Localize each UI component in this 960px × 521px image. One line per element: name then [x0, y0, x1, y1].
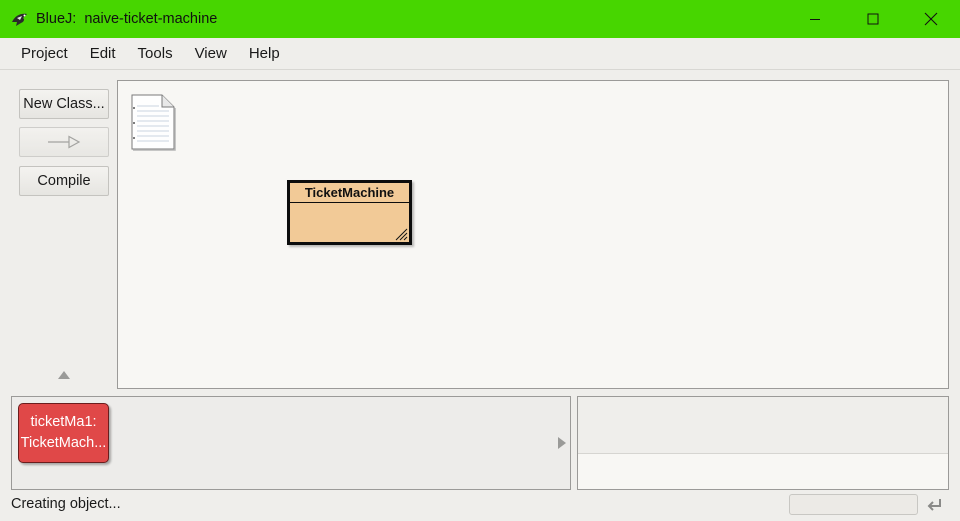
object-type-label: TicketMach...: [20, 435, 107, 451]
title-bar: BlueJ: naive-ticket-machine: [0, 0, 960, 38]
menu-view[interactable]: View: [184, 45, 238, 62]
inheritance-arrow-button[interactable]: [19, 127, 109, 157]
bench-scroll-right-icon[interactable]: [558, 437, 566, 449]
close-icon: [924, 12, 938, 26]
class-name-label: TicketMachine: [290, 183, 409, 203]
object-name-label: ticketMa1:: [30, 414, 97, 430]
codepad-panel: [577, 396, 949, 490]
resize-handle-icon[interactable]: [394, 227, 408, 241]
menu-tools[interactable]: Tools: [127, 45, 184, 62]
menu-edit[interactable]: Edit: [79, 45, 127, 62]
close-button[interactable]: [902, 0, 960, 38]
scroll-up-arrow-icon[interactable]: [58, 371, 70, 379]
readme-document-icon[interactable]: [129, 93, 177, 151]
new-class-button[interactable]: New Class...: [19, 89, 109, 119]
window-controls: [786, 0, 960, 38]
maximize-button[interactable]: [844, 0, 902, 38]
object-ticketma1[interactable]: ticketMa1: TicketMach...: [18, 403, 109, 463]
minimize-button[interactable]: [786, 0, 844, 38]
bluej-bird-icon: [9, 8, 31, 30]
maximize-icon: [867, 13, 879, 25]
menu-bar: Project Edit Tools View Help: [0, 38, 960, 70]
return-arrow-icon[interactable]: [925, 495, 945, 515]
minimize-icon: [810, 19, 820, 20]
codepad-input[interactable]: [578, 453, 948, 489]
object-bench: ticketMa1: TicketMach...: [11, 396, 571, 490]
class-ticketmachine[interactable]: TicketMachine: [287, 180, 412, 245]
compile-button[interactable]: Compile: [19, 166, 109, 196]
class-diagram-canvas[interactable]: TicketMachine: [117, 80, 949, 389]
inheritance-arrow-icon: [48, 135, 81, 149]
menu-help[interactable]: Help: [238, 45, 291, 62]
progress-bar: [789, 494, 918, 515]
status-message: Creating object...: [11, 496, 121, 512]
menu-project[interactable]: Project: [10, 45, 79, 62]
window-title: BlueJ: naive-ticket-machine: [36, 11, 218, 27]
